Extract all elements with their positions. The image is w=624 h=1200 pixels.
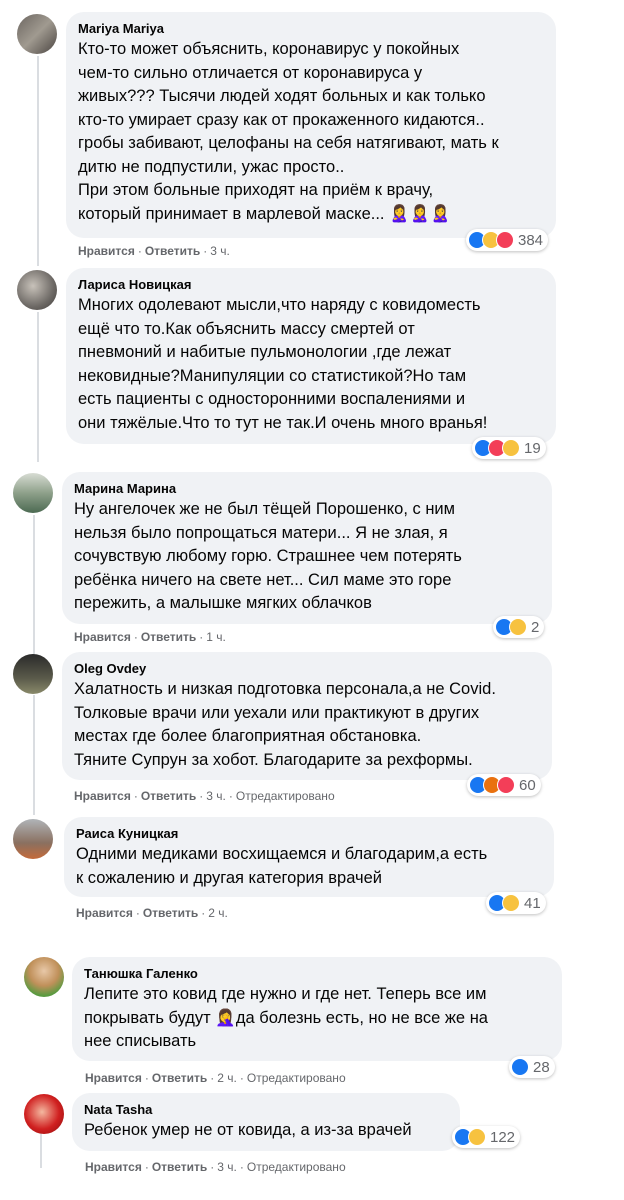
- comment-bubble: Марина Марина Ну ангелочек же не был тёщ…: [62, 472, 552, 624]
- sad-reaction-icon: [502, 894, 520, 912]
- reaction-count: 60: [519, 776, 536, 794]
- comment-text: Халатность и низкая подготовка персонала…: [74, 680, 496, 769]
- comment-bubble: Oleg Ovdey Халатность и низкая подготовк…: [62, 652, 552, 780]
- avatar[interactable]: [17, 270, 57, 310]
- comment-time[interactable]: 1 ч.: [206, 630, 226, 644]
- comment-author[interactable]: Лариса Новицкая: [78, 276, 544, 293]
- comment-text: Одними медиками восхищаемся и благодарим…: [76, 845, 488, 887]
- avatar[interactable]: [17, 14, 57, 54]
- comment-actions: Нравится · Ответить · 3 ч. · Отредактировано: [85, 1160, 346, 1174]
- comment-bubble: Раиса Куницкая Одними медиками восхищаем…: [64, 817, 554, 897]
- reaction-count: 28: [533, 1058, 550, 1076]
- thread-line: [37, 56, 39, 266]
- reaction-count: 19: [524, 439, 541, 457]
- reaction-summary[interactable]: 2: [493, 616, 545, 638]
- avatar[interactable]: [13, 654, 53, 694]
- reaction-summary[interactable]: 122: [452, 1126, 521, 1148]
- comment-text: Кто-то может объяснить, коронавирус у по…: [78, 40, 499, 223]
- thread-line: [33, 695, 35, 815]
- comment-actions: Нравится · Ответить · 2 ч. · Отредактировано: [85, 1071, 346, 1085]
- comment-text: Ну ангелочек же не был тёщей Порошенко, …: [74, 500, 462, 612]
- reaction-count: 41: [524, 894, 541, 912]
- comment-author[interactable]: Раиса Куницкая: [76, 825, 542, 842]
- sad-reaction-icon: [468, 1128, 486, 1146]
- comment-bubble: Nata Tasha Ребенок умер не от ковида, а …: [72, 1093, 460, 1151]
- comment-actions: Нравится · Ответить · 3 ч. · Отредактировано: [74, 789, 335, 803]
- like-reaction-icon: [511, 1058, 529, 1076]
- reply-link[interactable]: Ответить: [141, 630, 196, 644]
- avatar[interactable]: [24, 1094, 64, 1134]
- comment-time[interactable]: 3 ч.: [210, 244, 230, 258]
- avatar[interactable]: [13, 473, 53, 513]
- comment-bubble: Танюшка Галенко Лепите это ковид где нуж…: [72, 957, 562, 1061]
- comment-author[interactable]: Oleg Ovdey: [74, 660, 540, 677]
- comment-time[interactable]: 3 ч.: [217, 1160, 237, 1174]
- edited-label: Отредактировано: [246, 1071, 346, 1085]
- reply-link[interactable]: Ответить: [141, 789, 196, 803]
- reaction-count: 2: [531, 618, 540, 636]
- comment-text: Лепите это ковид где нужно и где нет. Те…: [84, 985, 488, 1050]
- reaction-summary[interactable]: 60: [467, 774, 541, 796]
- comment-text: Многих одолевают мысли,что наряду с кови…: [78, 296, 488, 432]
- comment-actions: Нравится · Ответить · 1 ч.: [74, 630, 226, 644]
- reaction-summary[interactable]: 19: [472, 437, 546, 459]
- love-reaction-icon: [496, 231, 514, 249]
- like-link[interactable]: Нравится: [74, 630, 131, 644]
- like-link[interactable]: Нравится: [74, 789, 131, 803]
- wow-reaction-icon: [502, 439, 520, 457]
- comment-time[interactable]: 3 ч.: [206, 789, 226, 803]
- comment-author[interactable]: Nata Tasha: [84, 1101, 448, 1118]
- comment-bubble: Лариса Новицкая Многих одолевают мысли,ч…: [66, 268, 556, 444]
- reaction-summary[interactable]: 28: [509, 1056, 555, 1078]
- reaction-summary[interactable]: 384: [466, 229, 549, 251]
- like-link[interactable]: Нравится: [85, 1160, 142, 1174]
- comment-text: Ребенок умер не от ковида, а из-за враче…: [84, 1121, 412, 1139]
- reply-link[interactable]: Ответить: [145, 244, 200, 258]
- reaction-count: 384: [518, 231, 544, 249]
- like-link[interactable]: Нравится: [76, 906, 133, 920]
- reply-link[interactable]: Ответить: [152, 1071, 207, 1085]
- love-reaction-icon: [497, 776, 515, 794]
- comment-author[interactable]: Танюшка Галенко: [84, 965, 550, 982]
- reply-link[interactable]: Ответить: [152, 1160, 207, 1174]
- comment-author[interactable]: Марина Марина: [74, 480, 540, 497]
- comment-author[interactable]: Mariya Mariya: [78, 20, 544, 37]
- like-link[interactable]: Нравится: [78, 244, 135, 258]
- comment-actions: Нравится · Ответить · 3 ч.: [78, 244, 230, 258]
- thread-line: [40, 1130, 42, 1168]
- thread-line: [33, 515, 35, 655]
- reply-link[interactable]: Ответить: [143, 906, 198, 920]
- avatar[interactable]: [24, 957, 64, 997]
- sad-reaction-icon: [509, 618, 527, 636]
- comment-bubble: Mariya Mariya Кто-то может объяснить, ко…: [66, 12, 556, 238]
- comment-time[interactable]: 2 ч.: [208, 906, 228, 920]
- comment-time[interactable]: 2 ч.: [217, 1071, 237, 1085]
- edited-label: Отредактировано: [246, 1160, 346, 1174]
- edited-label: Отредактировано: [235, 789, 335, 803]
- thread-line: [37, 312, 39, 462]
- reaction-summary[interactable]: 41: [486, 892, 546, 914]
- comment-actions: Нравится · Ответить · 2 ч.: [76, 906, 228, 920]
- reaction-count: 122: [490, 1128, 516, 1146]
- like-link[interactable]: Нравится: [85, 1071, 142, 1085]
- avatar[interactable]: [13, 819, 53, 859]
